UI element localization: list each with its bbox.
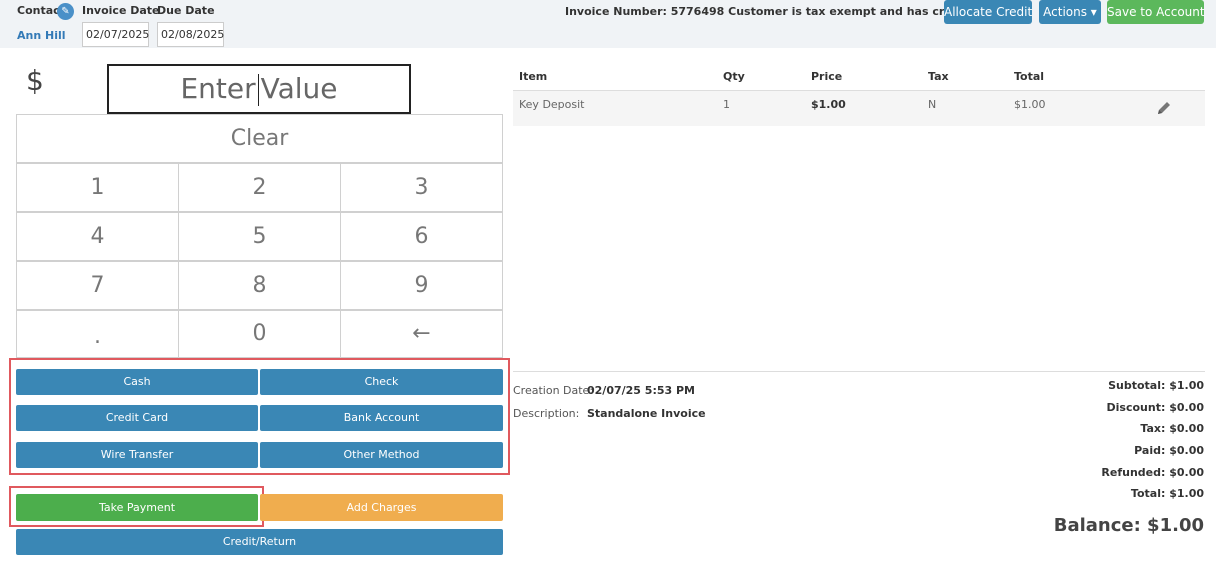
check-button[interactable]: Check xyxy=(260,369,503,395)
allocate-credit-button[interactable]: Allocate Credit xyxy=(944,0,1032,24)
due-date-field[interactable]: 02/08/2025 xyxy=(157,22,224,47)
wire-transfer-button[interactable]: Wire Transfer xyxy=(16,442,258,468)
amount-input[interactable]: Enter Value xyxy=(107,64,411,114)
cell-total: $1.00 xyxy=(1014,98,1046,111)
key-0[interactable]: 0 xyxy=(178,310,341,358)
cell-tax: N xyxy=(928,98,937,111)
cell-item: Key Deposit xyxy=(519,98,585,111)
pencil-icon[interactable] xyxy=(1156,100,1172,116)
other-method-button[interactable]: Other Method xyxy=(260,442,503,468)
cell-price: $1.00 xyxy=(811,98,846,111)
key-5[interactable]: 5 xyxy=(178,212,341,261)
take-payment-button[interactable]: Take Payment xyxy=(16,494,258,521)
backspace-key[interactable]: ← xyxy=(340,310,503,358)
col-header-qty: Qty xyxy=(723,70,745,83)
add-charges-button[interactable]: Add Charges xyxy=(260,494,503,521)
key-7[interactable]: 7 xyxy=(16,261,179,310)
bank-account-button[interactable]: Bank Account xyxy=(260,405,503,431)
paid-text: Paid: $0.00 xyxy=(1134,444,1204,457)
refunded-text: Refunded: $0.00 xyxy=(1101,466,1204,479)
col-header-item: Item xyxy=(519,70,548,83)
save-to-account-button[interactable]: Save to Account xyxy=(1107,0,1205,24)
invoice-header: Contact ✎ Ann Hill Invoice Date 02/07/20… xyxy=(0,0,1216,48)
pencil-icon[interactable]: ✎ xyxy=(57,3,74,20)
invoice-date-label: Invoice Date xyxy=(82,4,160,17)
currency-symbol: $ xyxy=(26,64,44,97)
text-caret xyxy=(257,74,259,106)
tax-text: Tax: $0.00 xyxy=(1140,422,1204,435)
discount-text: Discount: $0.00 xyxy=(1106,401,1204,414)
due-date-label: Due Date xyxy=(157,4,215,17)
cash-button[interactable]: Cash xyxy=(16,369,258,395)
description-label: Description: xyxy=(513,407,580,420)
description-value: Standalone Invoice xyxy=(587,407,706,420)
amount-placeholder-left: Enter xyxy=(180,72,256,105)
credit-return-button[interactable]: Credit/Return xyxy=(16,529,503,555)
subtotal-text: Subtotal: $1.00 xyxy=(1108,379,1204,392)
col-header-total: Total xyxy=(1014,70,1045,83)
key-3[interactable]: 3 xyxy=(340,163,503,212)
balance-text: Balance: $1.00 xyxy=(1053,515,1204,536)
col-header-tax: Tax xyxy=(928,70,949,83)
summary-divider xyxy=(513,371,1205,372)
key-1[interactable]: 1 xyxy=(16,163,179,212)
creation-date-label: Creation Date: xyxy=(513,384,594,397)
cell-qty: 1 xyxy=(723,98,730,111)
key-6[interactable]: 6 xyxy=(340,212,503,261)
clear-button[interactable]: Clear xyxy=(16,114,503,163)
total-text: Total: $1.00 xyxy=(1130,487,1204,500)
credit-card-button[interactable]: Credit Card xyxy=(16,405,258,431)
invoice-date-field[interactable]: 02/07/2025 xyxy=(82,22,149,47)
key-decimal[interactable]: . xyxy=(16,310,179,358)
amount-placeholder-right: Value xyxy=(260,72,338,105)
key-4[interactable]: 4 xyxy=(16,212,179,261)
actions-dropdown-button[interactable]: Actions ▾ xyxy=(1039,0,1101,24)
col-header-price: Price xyxy=(811,70,843,83)
table-row[interactable] xyxy=(513,91,1205,126)
key-9[interactable]: 9 xyxy=(340,261,503,310)
creation-date-value: 02/07/25 5:53 PM xyxy=(587,384,695,397)
key-8[interactable]: 8 xyxy=(178,261,341,310)
contact-name-link[interactable]: Ann Hill xyxy=(17,29,66,42)
key-2[interactable]: 2 xyxy=(178,163,341,212)
